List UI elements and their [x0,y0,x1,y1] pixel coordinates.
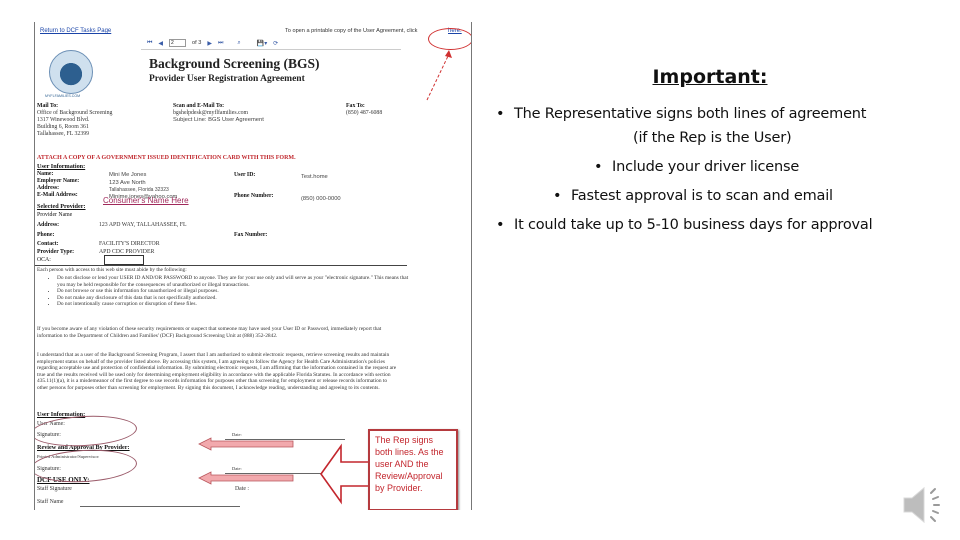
selected-provider-heading: Selected Provider: [37,203,86,210]
return-to-dcf-link[interactable]: Return to DCF Tasks Page [40,28,111,34]
fax-number: (850) 487-6088 [346,110,383,116]
here-link-highlight-circle [428,28,471,50]
note-item: • Fastest approval is to scan and email [553,188,833,204]
page-count: of 3 [192,40,202,46]
contact-value: FACILITY'S DIRECTOR [99,241,160,247]
address-label: Address: [37,185,60,191]
provider-address-label: Address: [37,222,60,228]
note-item: • The Representative signs both lines of … [496,106,867,122]
note-item: • Include your driver license [594,159,800,175]
dashed-arrow-icon [426,50,452,101]
bullet-icon: • [496,106,505,122]
phone-label: Phone Number: [234,193,274,199]
scan-email-label: Scan and E-Mail To: [173,103,225,109]
fax-label: Fax To: [346,103,365,109]
find-icon[interactable]: ⌕ [237,39,240,47]
staff-name-line [80,506,240,507]
first-page-icon[interactable]: ⏮ [147,39,152,47]
pink-left-arrow-icon [198,437,294,451]
agreement-text: I understand that as a user of the Backg… [37,352,397,391]
rep-signs-callout: The Rep signs both lines. As the user AN… [368,429,458,510]
form-subtitle: Provider User Registration Agreement [149,74,305,84]
staff-signature-label: Staff Signature [37,486,72,492]
provider-type-label: Provider Type: [37,249,75,255]
export-icon[interactable]: 💾▾ [257,40,267,47]
rule-item: Do not disclose or lend your USER ID AND… [57,275,417,288]
staff-name-label: Staff Name [37,499,64,505]
rules-intro: Each person with access to this web site… [37,267,187,273]
mail-to-line: 1317 Winewood Blvd. [37,117,90,123]
phone-value: (850) 000-0000 [301,196,341,202]
toolbar-divider [141,49,401,50]
user-id-value: Test.home [301,174,328,180]
address-line-1: 123 Ave North [109,180,146,186]
last-page-icon[interactable]: ⏭ [218,39,223,47]
rule-item: Do not intentionally cause corruption or… [57,301,417,308]
provider-address-value: 123 APD WAY, TALLAHASSEE, FL [99,222,187,228]
previous-page-icon[interactable]: ◀ [158,40,163,47]
address-line-2: Tallahassee, Florida 32323 [109,187,169,193]
dcf-logo [49,50,93,94]
oca-field [104,255,144,265]
registration-form-image: Return to DCF Tasks Page To open a print… [34,22,472,510]
pink-left-arrow-icon [198,471,294,485]
form-title: Background Screening (BGS) [149,56,320,71]
rules-list: Do not disclose or lend your USER ID AND… [47,275,417,308]
note-item-continuation: (if the Rep is the User) [633,130,792,146]
refresh-icon[interactable]: ⟳ [273,40,278,47]
bullet-icon: • [496,217,505,233]
provider-name-label: Provider Name [37,212,73,218]
scan-email-address: bgshelpdesk@myflfamilies.com [173,110,249,116]
bullet-icon: • [594,159,603,175]
attach-id-notice: ATTACH A COPY OF A GOVERNMENT ISSUED IDE… [37,155,296,161]
mail-to-label: Mail To: [37,103,59,109]
callout-arrow-icon [320,443,370,505]
mail-to-line: Office of Background Screening [37,110,113,116]
provider-phone-label: Phone: [37,232,55,238]
name-label: Name: [37,171,54,177]
note-item: • It could take up to 5-10 business days … [496,217,873,233]
printable-copy-note: To open a printable copy of the User Agr… [285,28,418,34]
provider-fax-label: Fax Number: [234,232,268,238]
email-label: E-Mail Address: [37,192,78,198]
important-heading: Important: [652,66,768,88]
next-page-icon[interactable]: ▶ [207,40,212,47]
mail-to-line: Tallahassee, FL 32399 [37,131,90,137]
report-toolbar: ⏮ ◀ 2 of 3 ▶ ⏭ ⌕ 💾▾ ⟳ [147,39,278,47]
oca-label: OCA: [37,257,51,263]
contact-label: Contact: [37,241,59,247]
speaker-icon[interactable] [900,480,950,530]
user-id-label: User ID: [234,172,256,178]
page-number-input[interactable]: 2 [169,39,187,47]
violation-text: If you become aware of any violation of … [37,326,382,339]
rule-item: Do not browse or use this information fo… [57,288,417,295]
provider-name-value: Consumer's Name Here [103,196,189,205]
dcf-date-label: Date : [235,486,250,492]
logo-caption: MYFLFAMILIES.COM [45,94,81,98]
scan-email-subject: Subject Line: BGS User Agreement [173,117,264,123]
employer-label: Employer Name: [37,178,80,184]
section-divider [35,265,407,266]
name-value: Mini Me Jones [109,172,147,178]
bullet-icon: • [553,188,562,204]
provider-signature-ellipse [35,447,138,485]
mail-to-line: Building 6, Room 361 [37,124,89,130]
user-info-heading: User Information: [37,163,86,170]
